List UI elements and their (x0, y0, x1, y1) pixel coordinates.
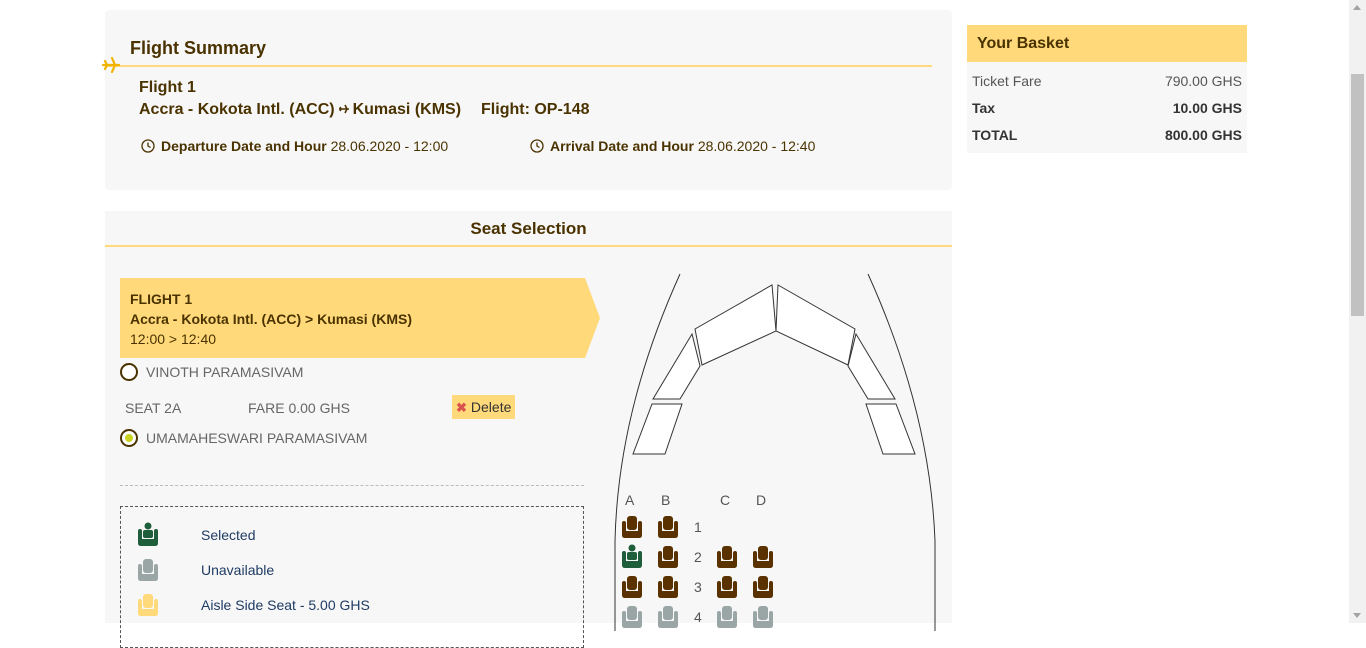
arrival-info: Arrival Date and Hour 28.06.2020 - 12:40 (530, 138, 815, 154)
seat-selection-title: Seat Selection (470, 219, 587, 238)
delete-seat-button[interactable]: ✖ Delete (452, 395, 516, 419)
basket-row-total: TOTAL 800.00 GHS (972, 127, 1242, 143)
passenger-name: VINOTH PARAMASIVAM (146, 364, 304, 380)
flight-card-title: FLIGHT 1 (130, 291, 193, 307)
clock-icon (141, 139, 155, 153)
basket-row-ticket-fare: Ticket Fare 790.00 GHS (972, 73, 1242, 89)
departure-info: Departure Date and Hour 28.06.2020 - 12:… (141, 138, 448, 154)
seat-4c-unavailable (717, 606, 737, 628)
scroll-up-arrow[interactable] (1353, 5, 1361, 10)
flight-card-route: Accra - Kokota Intl. (ACC) > Kumasi (KMS… (130, 311, 412, 327)
seat-selection-divider (105, 245, 952, 247)
origin-airport: Accra - Kokota Intl. (ACC) (139, 101, 335, 118)
flight-route: Accra - Kokota Intl. (ACC) Kumasi (KMS) Fl… (139, 101, 589, 119)
seat-4b-unavailable (658, 606, 678, 628)
flight-label: Flight 1 (139, 79, 196, 96)
seat-selected-icon (138, 522, 158, 546)
basket-row-tax: Tax 10.00 GHS (972, 100, 1242, 116)
flight-card-time: 12:00 > 12:40 (130, 331, 217, 347)
basket-row-label: Ticket Fare (972, 73, 1042, 89)
divider (120, 485, 584, 486)
seat-aisle-icon (138, 594, 158, 616)
seat-3b[interactable] (655, 573, 681, 599)
seat-selection-panel: Seat Selection FLIGHT 1 Accra - Kokota I… (105, 211, 952, 648)
legend-aisle-label: Aisle Side Seat - 5.00 GHS (201, 597, 370, 613)
seat-4a-unavailable (622, 606, 642, 628)
seat-3a[interactable] (619, 573, 645, 599)
basket-row-label: TOTAL (972, 127, 1018, 143)
flight-summary-title: Flight Summary (130, 38, 267, 58)
close-icon: ✖ (456, 400, 467, 415)
radio-button-selected[interactable] (120, 429, 138, 447)
scrollbar-thumb[interactable] (1351, 74, 1364, 316)
seat-column-label: B (661, 492, 671, 508)
basket-panel: Your Basket Ticket Fare 790.00 GHS Tax 1… (967, 25, 1247, 153)
passenger-name: UMAMAHESWARI PARAMASIVAM (146, 430, 368, 446)
departure-value: 28.06.2020 - 12:00 (330, 138, 449, 154)
basket-row-value: 790.00 GHS (1164, 73, 1242, 89)
basket-row-value: 10.00 GHS (1172, 100, 1242, 116)
seat-2b[interactable] (655, 543, 681, 569)
seat-column-label: D (756, 492, 767, 508)
seat-2c[interactable] (714, 543, 740, 569)
legend-unavailable-label: Unavailable (201, 562, 275, 578)
flight-summary-panel: Flight Summary Flight 1 Accra - Kokota I… (101, 10, 952, 190)
delete-label: Delete (470, 399, 512, 415)
seat-fare: FARE 0.00 GHS (248, 400, 350, 416)
flight-card[interactable]: FLIGHT 1 Accra - Kokota Intl. (ACC) > Ku… (120, 278, 600, 358)
passenger-radio-1[interactable]: VINOTH PARAMASIVAM (120, 363, 303, 381)
seat-row-label: 2 (694, 549, 702, 565)
scrollbar-track[interactable] (1349, 0, 1366, 623)
seat-3d[interactable] (750, 573, 776, 599)
legend-selected-label: Selected (201, 527, 256, 543)
radio-button[interactable] (120, 363, 138, 381)
airplane-icon (101, 56, 121, 74)
passenger-radio-2[interactable]: UMAMAHESWARI PARAMASIVAM (120, 429, 367, 447)
seat-3c[interactable] (714, 573, 740, 599)
airplane-small-icon (338, 104, 349, 114)
scroll-down-arrow[interactable] (1353, 613, 1361, 618)
seat-1b[interactable] (655, 513, 681, 539)
seat-unavailable-icon (138, 559, 158, 581)
flight-number: Flight: OP-148 (481, 101, 590, 118)
basket-row-label: Tax (972, 100, 996, 116)
seat-column-label: C (720, 492, 731, 508)
seat-2d[interactable] (750, 543, 776, 569)
destination-airport: Kumasi (KMS) (352, 101, 462, 118)
arrival-value: 28.06.2020 - 12:40 (697, 138, 816, 154)
assigned-seat: SEAT 2A (125, 400, 182, 416)
seat-legend: Selected Unavailable Aisle Side Seat - 5… (120, 506, 584, 648)
seat-1a[interactable] (619, 513, 645, 539)
arrival-label: Arrival Date and Hour (550, 138, 694, 154)
basket-row-value: 800.00 GHS (1164, 127, 1242, 143)
seat-2a-selected[interactable] (619, 543, 645, 569)
seat-row-label: 3 (694, 579, 702, 595)
basket-title: Your Basket (967, 25, 1247, 62)
seat-4d-unavailable (753, 606, 773, 628)
clock-icon (530, 139, 544, 153)
departure-label: Departure Date and Hour (161, 138, 327, 154)
seat-row-label: 1 (694, 519, 702, 535)
seat-column-label: A (625, 492, 635, 508)
summary-divider (105, 65, 932, 67)
